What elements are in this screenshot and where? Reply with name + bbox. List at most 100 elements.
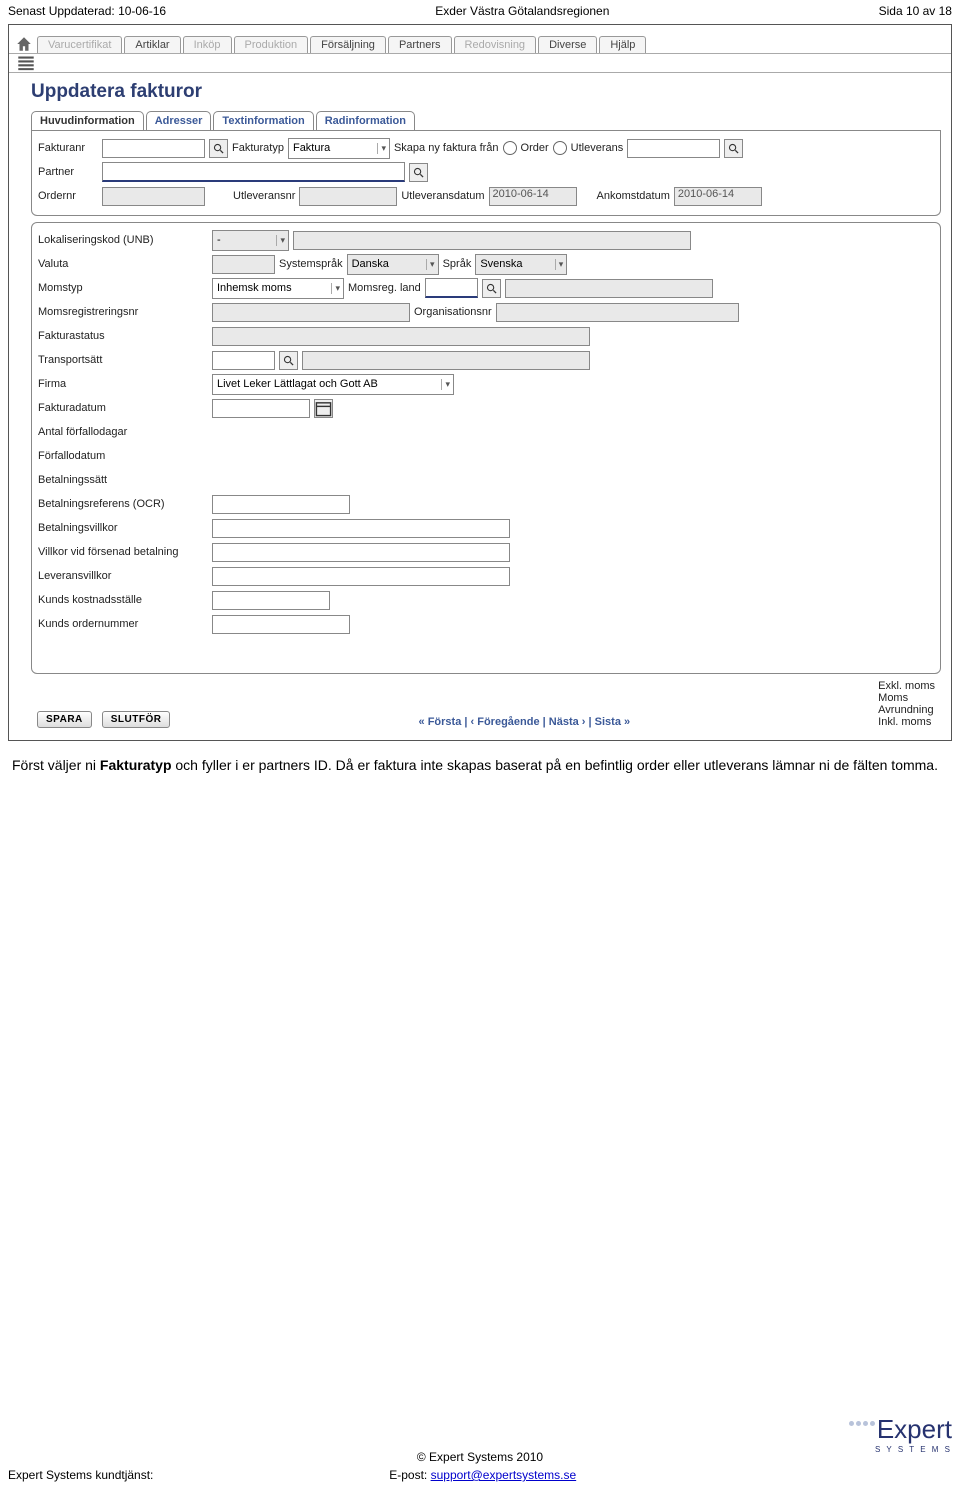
search-icon[interactable]: [724, 139, 743, 158]
menu-tab[interactable]: Redovisning: [454, 36, 537, 53]
label-sprak: Språk: [443, 258, 472, 270]
page-footer: Expert S Y S T E M S © Expert Systems 20…: [8, 1450, 952, 1482]
utleveransdatum-input: 2010-06-14: [489, 187, 577, 206]
utleveransnr-input: [299, 187, 397, 206]
label-fakturanr: Fakturanr: [38, 142, 98, 154]
momsreg-land-desc: [505, 279, 713, 298]
menu-tabs: Varucertifikat Artiklar Inköp Produktion…: [37, 36, 648, 53]
label-fakturadatum: Fakturadatum: [38, 402, 208, 414]
systemsprak-select[interactable]: Danska: [347, 254, 439, 275]
subtab-adresser[interactable]: Adresser: [146, 111, 212, 130]
forsenad-input[interactable]: [212, 543, 510, 562]
email-link[interactable]: support@expertsystems.se: [431, 1468, 577, 1482]
kostnadsstalle-input[interactable]: [212, 591, 330, 610]
calendar-icon[interactable]: [314, 399, 333, 418]
menu-tab[interactable]: Försäljning: [310, 36, 386, 53]
copyright: © Expert Systems 2010: [8, 1450, 952, 1464]
totals-labels: Exkl. moms Moms Avrundning Inkl. moms: [878, 680, 935, 728]
fakturatyp-select[interactable]: Faktura: [288, 138, 390, 159]
partner-input[interactable]: [102, 162, 405, 182]
search-icon[interactable]: [279, 351, 298, 370]
sub-tabs: Huvudinformation Adresser Textinformatio…: [31, 111, 941, 131]
label-skapa: Skapa ny faktura från: [394, 142, 499, 154]
finish-button[interactable]: SLUTFÖR: [102, 711, 171, 728]
label-ocr: Betalningsreferens (OCR): [38, 498, 208, 510]
radio-order[interactable]: [503, 141, 517, 155]
ankomstdatum-input: 2010-06-14: [674, 187, 762, 206]
leveransvillkor-input[interactable]: [212, 567, 510, 586]
search-icon[interactable]: [209, 139, 228, 158]
menu-tab[interactable]: Diverse: [538, 36, 597, 53]
header-right: Sida 10 av 18: [879, 4, 952, 18]
header-left: Senast Uppdaterad: 10-06-16: [8, 4, 166, 18]
label-fakturastatus: Fakturastatus: [38, 330, 208, 342]
search-icon[interactable]: [482, 279, 501, 298]
app-screenshot: Varucertifikat Artiklar Inköp Produktion…: [8, 24, 952, 741]
sprak-select[interactable]: Svenska: [475, 254, 567, 275]
label-betalsatt: Betalningssätt: [38, 474, 208, 486]
firma-select[interactable]: Livet Leker Lättlagat och Gott AB: [212, 374, 454, 395]
label-systemsprak: Systemspråk: [279, 258, 343, 270]
subtab-radinformation[interactable]: Radinformation: [316, 111, 415, 130]
explanation-text: Först väljer ni Fakturatyp och fyller i …: [0, 741, 960, 783]
top-panel: Fakturanr Fakturatyp Faktura Skapa ny fa…: [31, 131, 941, 216]
lokalisering-select[interactable]: -: [212, 230, 289, 251]
menu-tab[interactable]: Artiklar: [124, 36, 180, 53]
label-utleveransnr: Utleveransnr: [233, 190, 295, 202]
momstyp-select[interactable]: Inhemsk moms: [212, 278, 344, 299]
lokalisering-desc: [293, 231, 691, 250]
search-icon[interactable]: [409, 163, 428, 182]
label-firma: Firma: [38, 378, 208, 390]
menu-tab[interactable]: Produktion: [234, 36, 309, 53]
menu-tab[interactable]: Inköp: [183, 36, 232, 53]
label-fakturatyp: Fakturatyp: [232, 142, 284, 154]
list-icon[interactable]: [17, 55, 35, 73]
utleverans-nr-input[interactable]: [627, 139, 720, 158]
label-forsenad: Villkor vid försenad betalning: [38, 546, 208, 558]
ocr-input[interactable]: [212, 495, 350, 514]
label-order: Order: [521, 142, 549, 154]
label-utleveransdatum: Utleveransdatum: [401, 190, 484, 202]
fakturanr-input[interactable]: [102, 139, 205, 158]
fakturadatum-input[interactable]: [212, 399, 310, 418]
footer-email: E-post: support@expertsystems.se: [389, 1468, 576, 1482]
header-center: Exder Västra Götalandsregionen: [435, 4, 609, 18]
momsregnr-input: [212, 303, 410, 322]
ordernr-input: [102, 187, 205, 206]
label-momstyp: Momstyp: [38, 282, 208, 294]
subtab-textinformation[interactable]: Textinformation: [213, 111, 313, 130]
kundordernr-input[interactable]: [212, 615, 350, 634]
page-header: Senast Uppdaterad: 10-06-16 Exder Västra…: [0, 0, 960, 24]
radio-utleverans[interactable]: [553, 141, 567, 155]
menu-tab[interactable]: Hjälp: [599, 36, 646, 53]
valuta-input: [212, 255, 275, 274]
home-icon[interactable]: [15, 35, 33, 53]
label-kostnadsstalle: Kunds kostnadsställe: [38, 594, 208, 606]
label-antal-forfallodagar: Antal förfallodagar: [38, 426, 208, 438]
menu-bar: Varucertifikat Artiklar Inköp Produktion…: [9, 25, 951, 54]
main-form-panel: Lokaliseringskod (UNB) - Valuta Systemsp…: [31, 222, 941, 674]
label-ordernr: Ordernr: [38, 190, 98, 202]
label-lokalisering: Lokaliseringskod (UNB): [38, 234, 208, 246]
betalvillkor-input[interactable]: [212, 519, 510, 538]
transport-desc: [302, 351, 590, 370]
footer-bar: SPARA SLUTFÖR « Första | ‹ Föregående | …: [31, 678, 941, 732]
label-partner: Partner: [38, 166, 98, 178]
label-utleverans: Utleverans: [571, 142, 624, 154]
momsreg-land-input[interactable]: [425, 278, 478, 298]
transport-input[interactable]: [212, 351, 275, 370]
fakturastatus-input: [212, 327, 590, 346]
subtab-huvudinformation[interactable]: Huvudinformation: [31, 111, 144, 130]
label-transport: Transportsätt: [38, 354, 208, 366]
label-forfallodatum: Förfallodatum: [38, 450, 208, 462]
menu-tab[interactable]: Varucertifikat: [37, 36, 122, 53]
page-title: Uppdatera fakturor: [31, 81, 941, 103]
label-momsregnr: Momsregistreringsnr: [38, 306, 208, 318]
label-ankomstdatum: Ankomstdatum: [597, 190, 670, 202]
menu-tab[interactable]: Partners: [388, 36, 452, 53]
label-momsreg-land: Momsreg. land: [348, 282, 421, 294]
save-button[interactable]: SPARA: [37, 711, 92, 728]
pager[interactable]: « Första | ‹ Föregående | Nästa › | Sist…: [419, 716, 631, 728]
label-leveransvillkor: Leveransvillkor: [38, 570, 208, 582]
expert-logo: Expert S Y S T E M S: [849, 1414, 952, 1454]
